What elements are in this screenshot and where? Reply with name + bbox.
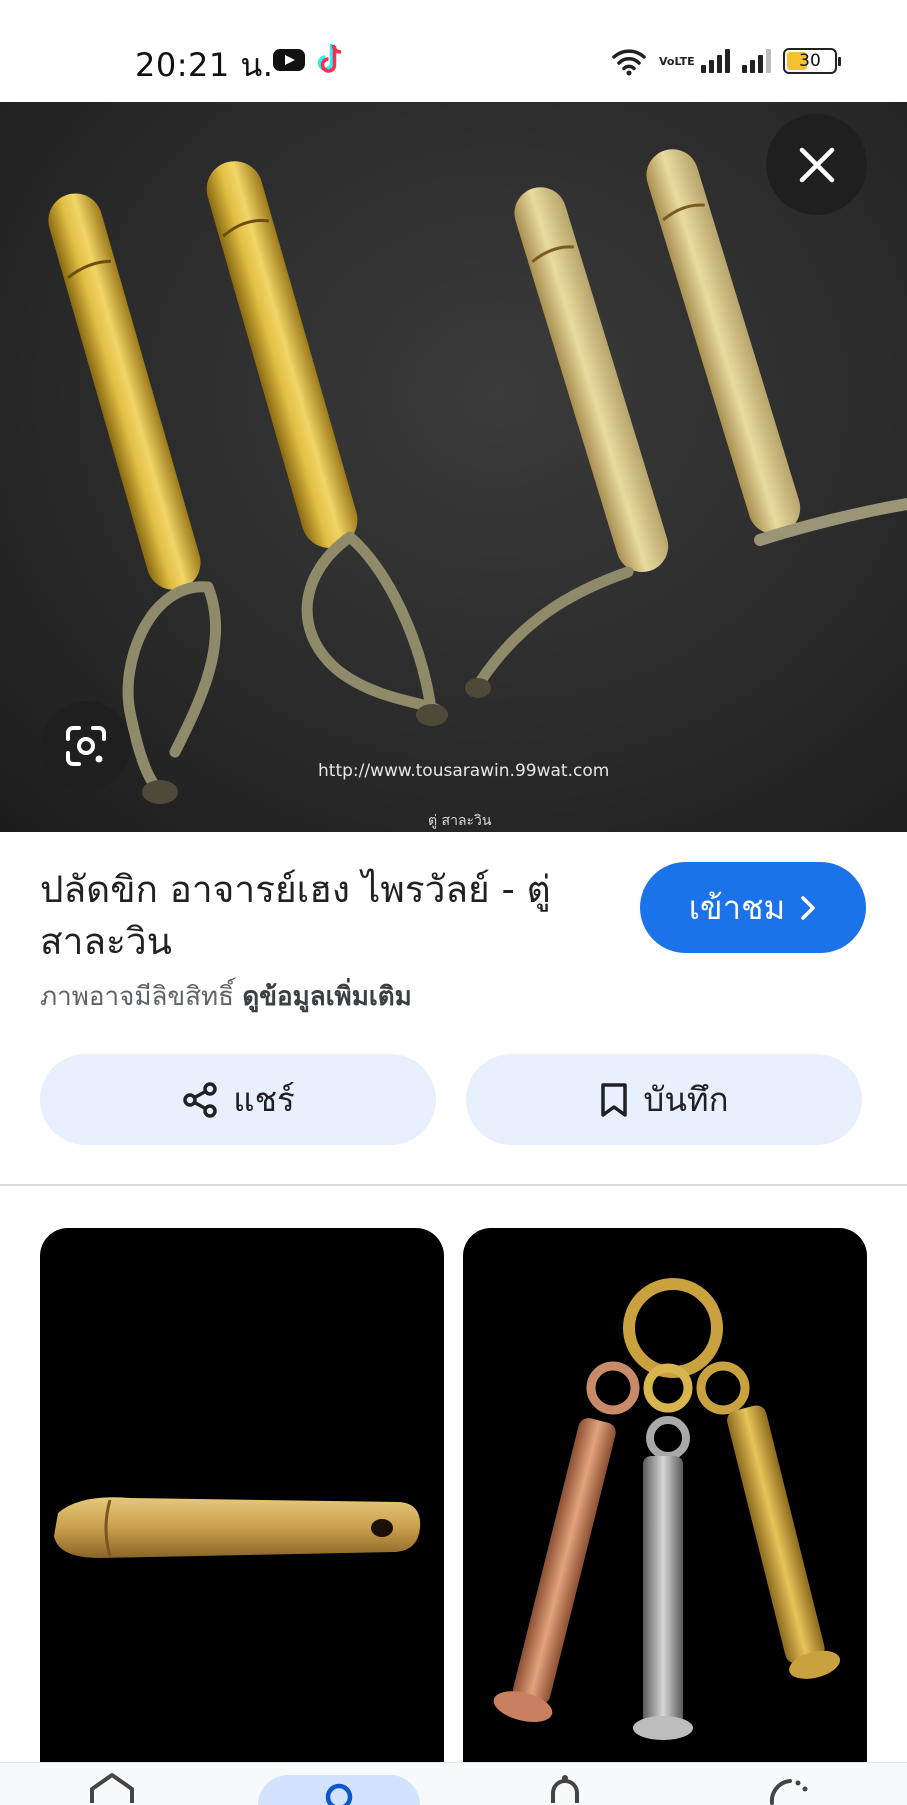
lens-button[interactable] (41, 701, 131, 791)
home-icon (90, 1773, 134, 1803)
bookmark-icon (601, 1082, 628, 1117)
history-icon (769, 1779, 808, 1805)
share-icon (183, 1081, 218, 1118)
close-button[interactable] (766, 114, 867, 215)
nav-search[interactable] (258, 1763, 420, 1805)
status-time: 20:21 น. (135, 46, 274, 84)
hero-image[interactable]: http://www.tousarawin.99wat.com ตู่ สาละ… (0, 102, 907, 832)
hero-caption: ตู่ สาละวิน (428, 813, 492, 829)
share-label: แชร์ (233, 1080, 295, 1119)
copyright-text: ภาพอาจมีลิขสิทธิ์ (40, 982, 235, 1012)
search-icon (325, 1783, 353, 1805)
related-image-tile[interactable] (463, 1228, 867, 1805)
copyright-line: ภาพอาจมีลิขสิทธิ์ ดูข้อมูลเพิ่มเติม (40, 976, 412, 1017)
save-label: บันทึก (643, 1080, 729, 1119)
tiktok-icon (317, 44, 342, 73)
more-info-link[interactable]: ดูข้อมูลเพิ่มเติม (242, 982, 411, 1012)
chevron-right-icon (801, 895, 816, 920)
youtube-icon (273, 49, 305, 71)
battery-icon: 30 (783, 48, 841, 74)
related-image-amulet-metal (493, 1278, 841, 1740)
signal-icon-2 (742, 49, 771, 73)
battery-level: 30 (799, 51, 821, 71)
visit-button[interactable]: เข้าชม (640, 862, 866, 953)
nav-notifications[interactable] (540, 1763, 590, 1805)
save-button[interactable]: บันทึก (466, 1054, 862, 1145)
amulet-photo (48, 149, 907, 804)
related-image-amulet-ivory (54, 1497, 421, 1558)
visit-button-label: เข้าชม (688, 888, 786, 927)
close-icon (799, 147, 834, 182)
bottom-nav (0, 1762, 907, 1805)
nav-history[interactable] (760, 1763, 820, 1805)
related-image-tile[interactable] (40, 1228, 444, 1805)
nav-home[interactable] (82, 1763, 142, 1805)
hero-watermark: http://www.tousarawin.99wat.com (318, 761, 610, 781)
status-bar: 20:21 น. VoLTE 30 (0, 0, 907, 102)
result-title[interactable]: ปลัดขิก อาจารย์เฮง ไพรวัลย์ - ตู่ สาละวิ… (40, 864, 600, 968)
notifications-icon (551, 1775, 579, 1803)
google-lens-icon (66, 726, 106, 766)
wifi-icon (612, 49, 646, 76)
signal-icon-1 (701, 49, 730, 73)
divider (0, 1184, 907, 1186)
share-button[interactable]: แชร์ (40, 1054, 436, 1145)
volte-label: VoLTE (659, 54, 695, 68)
